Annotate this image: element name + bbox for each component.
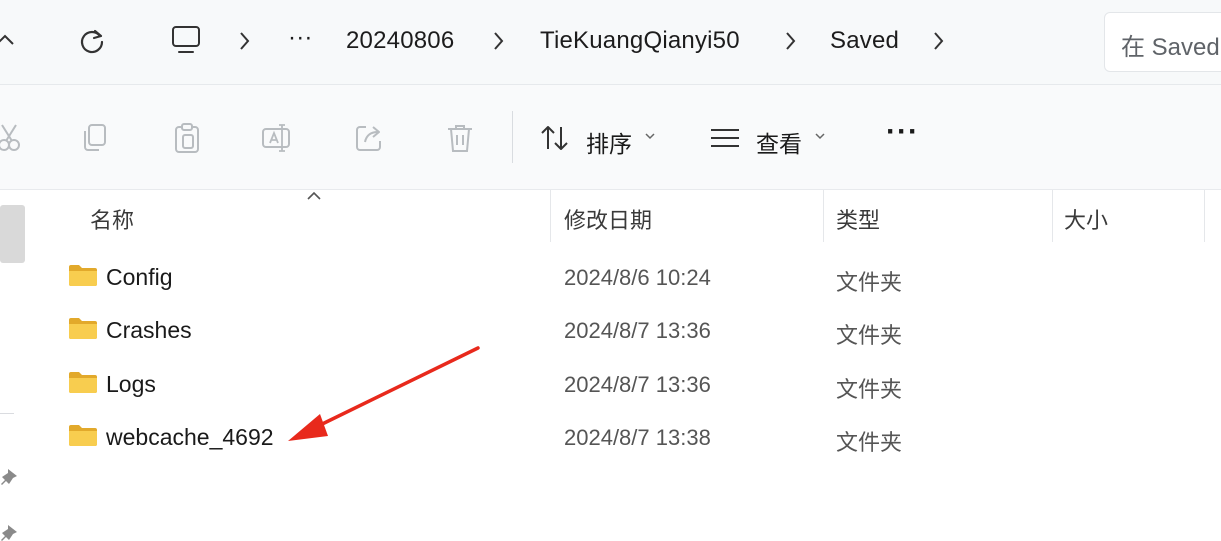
computer-icon[interactable] [170, 24, 204, 56]
file-name[interactable]: webcache_4692 [106, 424, 274, 451]
pin-icon[interactable] [0, 522, 20, 541]
sort-icon[interactable] [538, 121, 572, 155]
annotation-arrow [288, 346, 480, 441]
column-header-type[interactable]: 类型 [836, 203, 880, 235]
view-button[interactable]: 查看 [756, 125, 802, 159]
file-modified: 2024/8/6 10:24 [564, 265, 711, 290]
file-name[interactable]: Config [106, 264, 172, 291]
breadcrumb-item[interactable]: 20240806 [346, 27, 454, 55]
rename-icon[interactable] [260, 121, 294, 155]
column-divider[interactable] [1204, 190, 1205, 242]
chevron-right-icon[interactable] [930, 28, 948, 54]
file-type: 文件夹 [836, 270, 903, 295]
search-placeholder: 在 Saved [1121, 34, 1220, 61]
folder-icon [68, 370, 98, 394]
column-divider[interactable] [550, 190, 551, 242]
navigation-divider [0, 413, 14, 414]
paste-icon[interactable] [170, 121, 204, 155]
chevron-right-icon [490, 28, 508, 54]
address-bar-row: ··· 20240806 TieKuangQianyi50 Saved 在 Sa… [0, 0, 1221, 85]
chevron-right-icon [782, 28, 800, 54]
toolbar-divider [512, 111, 513, 163]
command-bar: 排序 查看 ··· [0, 85, 1221, 190]
breadcrumb-item-current[interactable]: Saved [830, 27, 899, 55]
file-modified: 2024/8/7 13:36 [564, 372, 711, 397]
column-header-size[interactable]: 大小 [1064, 203, 1108, 235]
search-input[interactable]: 在 Saved [1104, 12, 1221, 72]
delete-icon[interactable] [443, 121, 477, 155]
column-header-name[interactable]: 名称 [90, 203, 134, 235]
file-name[interactable]: Crashes [106, 317, 192, 344]
chevron-down-icon[interactable] [814, 131, 826, 141]
file-type: 文件夹 [836, 377, 903, 402]
file-modified: 2024/8/7 13:38 [564, 425, 711, 450]
up-arrow-icon[interactable] [0, 28, 14, 50]
folder-icon [68, 423, 98, 447]
chevron-down-icon[interactable] [644, 131, 656, 141]
column-header-modified[interactable]: 修改日期 [564, 203, 652, 235]
file-modified: 2024/8/7 13:36 [564, 318, 711, 343]
view-icon[interactable] [708, 121, 742, 155]
folder-icon [68, 263, 98, 287]
chevron-right-icon [236, 28, 254, 54]
navigation-scrollbar[interactable] [0, 205, 25, 263]
column-divider[interactable] [823, 190, 824, 242]
refresh-icon[interactable] [78, 27, 106, 55]
folder-icon [68, 316, 98, 340]
more-options-button[interactable]: ··· [886, 115, 919, 149]
file-name[interactable]: Logs [106, 371, 156, 398]
share-icon[interactable] [352, 121, 386, 155]
file-type: 文件夹 [836, 430, 903, 455]
sort-button[interactable]: 排序 [586, 125, 632, 159]
column-divider[interactable] [1052, 190, 1053, 242]
pin-icon[interactable] [0, 466, 20, 488]
file-type: 文件夹 [836, 323, 903, 348]
sort-ascending-indicator-icon [306, 190, 322, 202]
breadcrumb-item[interactable]: TieKuangQianyi50 [540, 27, 740, 55]
breadcrumb-overflow[interactable]: ··· [288, 24, 313, 52]
cut-icon[interactable] [0, 121, 20, 155]
copy-icon[interactable] [78, 121, 112, 155]
